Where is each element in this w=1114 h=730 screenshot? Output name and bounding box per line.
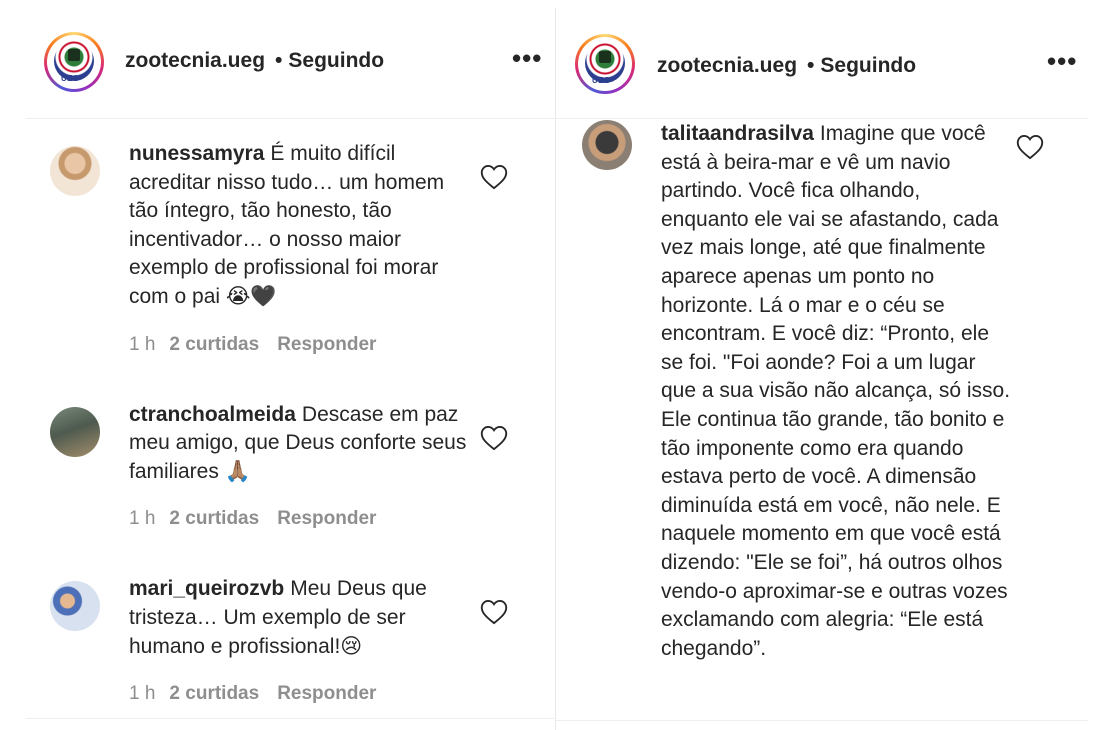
account-username[interactable]: zootecnia.ueg bbox=[125, 49, 265, 72]
like-heart-icon[interactable] bbox=[480, 599, 508, 625]
comment-body: É muito difícil acreditar nisso tudo… um… bbox=[129, 142, 445, 308]
comment-body: Imagine que você está à beira-mar e vê u… bbox=[661, 122, 1011, 660]
commenter-avatar[interactable] bbox=[50, 146, 100, 196]
comment-meta: 1 h 2 curtidas Responder bbox=[129, 334, 530, 356]
comment-username[interactable]: nunessamyra bbox=[129, 142, 264, 165]
comment-likes[interactable]: 2 curtidas bbox=[169, 334, 259, 355]
commenter-avatar[interactable] bbox=[50, 406, 100, 457]
comment-text: talitaandrasilva Imagine que você está à … bbox=[661, 120, 1011, 663]
comment-meta: 1 h 2 curtidas Responder bbox=[129, 683, 530, 705]
account-username[interactable]: zootecnia.ueg bbox=[657, 54, 797, 77]
comment-likes[interactable]: 2 curtidas bbox=[169, 508, 259, 529]
comment-username[interactable]: ctranchoalmeida bbox=[129, 403, 296, 426]
comment-username[interactable]: mari_queirozvb bbox=[129, 577, 284, 600]
comment-item: nunessamyra É muito difícil acreditar nis… bbox=[50, 140, 530, 356]
like-heart-icon[interactable] bbox=[1016, 134, 1044, 160]
follow-status-button[interactable]: Seguindo bbox=[288, 49, 384, 72]
comment-item: mari_queirozvb Meu Deus que tristeza… Um … bbox=[50, 575, 530, 705]
post-header: UEG zootecnia.ueg • Seguindo ••• bbox=[556, 8, 1088, 119]
reply-button[interactable]: Responder bbox=[277, 508, 376, 529]
account-line: zootecnia.ueg • Seguindo bbox=[125, 49, 384, 73]
commenter-avatar[interactable] bbox=[50, 581, 100, 632]
comment-text: nunessamyra É muito difícil acreditar nis… bbox=[129, 140, 474, 312]
comment-time: 1 h bbox=[129, 683, 156, 705]
comment-time: 1 h bbox=[129, 333, 156, 355]
separator-dot: • bbox=[807, 54, 815, 77]
logo-text: UEG bbox=[592, 76, 611, 85]
commenter-avatar[interactable] bbox=[582, 120, 632, 170]
post-header: UEG zootecnia.ueg • Seguindo ••• bbox=[26, 0, 554, 119]
divider bbox=[26, 718, 554, 719]
comments-list: nunessamyra É muito difícil acreditar nis… bbox=[50, 140, 530, 705]
comment-item: ctranchoalmeida Descase em paz meu amigo,… bbox=[50, 401, 530, 531]
left-post-panel: UEG zootecnia.ueg • Seguindo ••• nunessamy… bbox=[0, 0, 554, 730]
comment-text: ctranchoalmeida Descase em paz meu amigo,… bbox=[129, 401, 474, 487]
right-post-panel: UEG zootecnia.ueg • Seguindo ••• talitaand… bbox=[555, 8, 1114, 730]
more-options-icon[interactable]: ••• bbox=[512, 43, 542, 74]
account-line: zootecnia.ueg • Seguindo bbox=[657, 54, 916, 78]
logo-text: UEG bbox=[61, 74, 80, 83]
like-heart-icon[interactable] bbox=[480, 425, 508, 451]
comment-text: mari_queirozvb Meu Deus que tristeza… Um … bbox=[129, 575, 474, 661]
like-heart-icon[interactable] bbox=[480, 164, 508, 190]
account-avatar[interactable]: UEG bbox=[44, 32, 104, 92]
divider bbox=[556, 720, 1088, 721]
account-avatar[interactable]: UEG bbox=[575, 34, 635, 94]
comment-username[interactable]: talitaandrasilva bbox=[661, 122, 814, 145]
comment-item: talitaandrasilva Imagine que você está à … bbox=[582, 120, 1062, 663]
reply-button[interactable]: Responder bbox=[277, 334, 376, 355]
reply-button[interactable]: Responder bbox=[277, 683, 376, 704]
follow-status-button[interactable]: Seguindo bbox=[820, 54, 916, 77]
more-options-icon[interactable]: ••• bbox=[1047, 46, 1077, 77]
comment-likes[interactable]: 2 curtidas bbox=[169, 683, 259, 704]
comment-time: 1 h bbox=[129, 508, 156, 530]
separator-dot: • bbox=[275, 49, 283, 72]
comment-meta: 1 h 2 curtidas Responder bbox=[129, 508, 530, 530]
